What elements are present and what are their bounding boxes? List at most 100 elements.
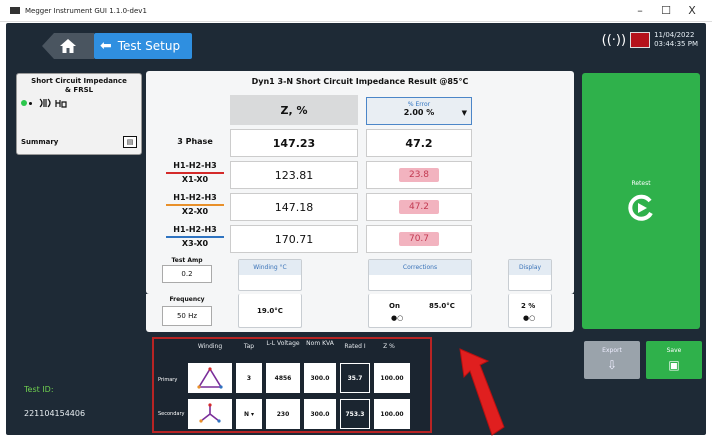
test-id-label: Test ID: <box>24 385 54 394</box>
row-label-x1-bottom: X1-X0 <box>181 175 209 184</box>
corrections-panel[interactable]: Corrections <box>368 259 472 291</box>
wifi-icon: ((·)) <box>601 32 627 48</box>
z-value-3phase: 147.23 <box>230 129 358 157</box>
home-icon <box>60 39 76 53</box>
error-value-3phase: 47.2 <box>366 129 472 157</box>
battery-icon <box>630 32 651 48</box>
datetime: 11/04/2022 03:44:35 PM <box>654 31 698 49</box>
error-select[interactable]: % Error 2.00 % ▼ <box>366 97 472 125</box>
document-icon: ▤ <box>126 138 134 146</box>
winding-temp-panel[interactable]: Winding °C <box>238 259 302 291</box>
secondary-winding-select[interactable] <box>188 399 232 429</box>
frequency-input[interactable]: 50 Hz <box>162 306 212 326</box>
export-button[interactable]: Export ⇩ <box>584 341 640 379</box>
test-amp-input[interactable]: 0.2 <box>162 265 212 283</box>
test-setup-back-button[interactable]: ⬅ Test Setup <box>94 33 192 59</box>
settings-row: Frequency 50 Hz 19.0°C On ●○ 85.0°C 2 % … <box>146 294 574 332</box>
winding-temp-value-box[interactable]: 19.0°C <box>238 294 302 328</box>
secondary-kva[interactable]: 300.0 <box>304 399 336 429</box>
error-cell-x3: 70.7 <box>366 225 472 253</box>
error-cell-x2: 47.2 <box>366 193 472 221</box>
chevron-down-icon: ▼ <box>461 109 467 117</box>
save-icon: ▣ <box>668 358 680 372</box>
winding-temp-title: Winding °C <box>239 260 301 275</box>
winding-temp-value: 19.0°C <box>257 306 283 315</box>
display-value-box[interactable]: 2 % ●○ <box>508 294 552 328</box>
window-title: Megger Instrument GUI 1.1.0-dev1 <box>25 6 147 15</box>
save-button[interactable]: Save ▣ <box>646 341 702 379</box>
delta-winding-icon <box>197 367 223 389</box>
row-label-x2: H1-H2-H3 X2-X0 <box>166 193 224 217</box>
header-tap: Tap <box>243 343 255 350</box>
primary-kva[interactable]: 300.0 <box>304 363 336 393</box>
corrections-value-box[interactable]: On ●○ 85.0°C <box>368 294 472 328</box>
status-date: 11/04/2022 <box>654 31 695 39</box>
test-card-title-line2: & FRSL <box>64 86 94 94</box>
red-arrow-annotation <box>459 348 505 436</box>
retest-label: Retest <box>631 179 651 187</box>
z-value-x3: 170.71 <box>230 225 358 253</box>
frequency-label: Frequency <box>169 296 205 303</box>
home-button[interactable] <box>42 33 94 59</box>
secondary-z[interactable]: 100.00 <box>374 399 410 429</box>
secondary-voltage[interactable]: 230 <box>266 399 300 429</box>
z-value-x1: 123.81 <box>230 161 358 189</box>
error-value: 2.00 % <box>403 108 435 117</box>
summary-label: Summary <box>21 138 59 146</box>
close-button[interactable]: X <box>682 3 702 19</box>
corrections-value: 85.0°C <box>429 302 455 310</box>
phase-line-orange <box>166 204 224 206</box>
app-icon <box>10 7 20 14</box>
header-rated: Rated I <box>344 343 366 350</box>
corrections-state: On <box>389 302 400 310</box>
test-card-short-circuit[interactable]: Short Circuit Impedance & FRSL Summary ▤ <box>16 73 142 155</box>
secondary-tap[interactable]: N ▾ <box>236 399 262 429</box>
phase-line-red <box>166 172 224 174</box>
z-value-x2: 147.18 <box>230 193 358 221</box>
retest-icon <box>628 194 653 221</box>
test-id-value: 221104154406 <box>24 409 86 418</box>
minimize-button[interactable]: – <box>630 3 650 19</box>
primary-rated: 35.7 <box>340 363 370 393</box>
transformer-icon <box>39 98 67 108</box>
error-label: % Error <box>407 101 431 108</box>
error-value-x1: 23.8 <box>398 168 440 182</box>
export-icon: ⇩ <box>606 358 618 372</box>
app-area: ⬅ Test Setup ((·)) 11/04/2022 03:44:35 P… <box>6 23 706 436</box>
retest-button[interactable]: Retest <box>582 73 700 329</box>
display-panel[interactable]: Display <box>508 259 552 291</box>
header-voltage: L-L Voltage <box>266 340 300 347</box>
row-label-x3-top: H1-H2-H3 <box>173 225 217 234</box>
corrections-toggle-dots[interactable]: ●○ <box>391 314 403 322</box>
display-value: 2 % <box>521 302 536 310</box>
secondary-label: Secondary <box>158 411 185 417</box>
primary-label: Primary <box>158 377 178 383</box>
back-label: Test Setup <box>117 39 181 53</box>
summary-doc-button[interactable]: ▤ <box>123 136 137 148</box>
save-label: Save <box>666 347 682 354</box>
status-time: 03:44:35 PM <box>654 40 698 48</box>
status-area: ((·)) 11/04/2022 03:44:35 PM <box>602 31 698 49</box>
display-toggle-dots[interactable]: ●○ <box>523 314 535 322</box>
export-label: Export <box>602 347 622 354</box>
window-titlebar: Megger Instrument GUI 1.1.0-dev1 – ☐ X <box>0 0 712 22</box>
arrow-left-icon: ⬅ <box>100 38 112 54</box>
primary-winding-select[interactable] <box>188 363 232 393</box>
header-winding: Winding <box>197 343 223 350</box>
column-header-z: Z, % <box>230 95 358 125</box>
error-value-x2: 47.2 <box>398 200 440 214</box>
transformer-panel: Winding Tap L-L Voltage Nom KVA Rated I … <box>152 337 432 433</box>
maximize-button[interactable]: ☐ <box>656 3 676 19</box>
error-value-x3: 70.7 <box>398 232 440 246</box>
status-dot-green <box>21 100 27 106</box>
test-card-title-line1: Short Circuit Impedance <box>31 77 127 85</box>
test-card-status <box>21 98 137 108</box>
primary-voltage[interactable]: 4856 <box>266 363 300 393</box>
row-label-x3: H1-H2-H3 X3-X0 <box>166 225 224 249</box>
primary-tap[interactable]: 3 <box>236 363 262 393</box>
primary-z[interactable]: 100.00 <box>374 363 410 393</box>
display-title: Display <box>509 260 551 275</box>
test-amp-label: Test Amp <box>171 257 203 264</box>
row-label-x1-top: H1-H2-H3 <box>173 161 217 170</box>
row-label-x2-top: H1-H2-H3 <box>173 193 217 202</box>
